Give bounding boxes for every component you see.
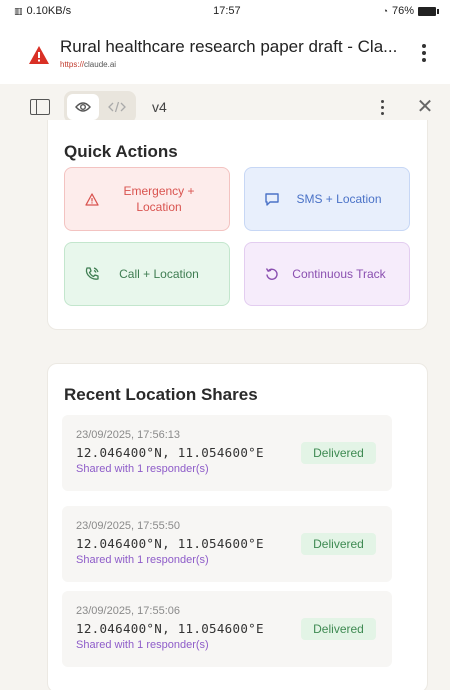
url-scheme: https:// [60, 60, 85, 69]
share-coordinates: 12.046400°N, 11.054600°E [76, 621, 264, 636]
status-time: 17:57 [213, 5, 241, 17]
warning-triangle-icon[interactable] [28, 45, 50, 65]
battery-icon [418, 6, 439, 16]
battery-percent: 76% [391, 5, 414, 17]
status-left: ▥ 0.10KB/s [14, 5, 71, 17]
warning-icon [83, 190, 101, 208]
status-badge: Delivered [301, 618, 376, 640]
eye-icon [75, 102, 91, 112]
share-timestamp: 23/09/2025, 17:55:50 [76, 520, 180, 532]
share-list-item: 23/09/2025, 17:55:50 12.046400°N, 11.054… [62, 506, 392, 582]
share-timestamp: 23/09/2025, 17:55:06 [76, 605, 180, 617]
artifact-menu-icon[interactable] [372, 96, 392, 118]
emergency-location-button[interactable]: Emergency + Location [64, 167, 230, 231]
share-timestamp: 23/09/2025, 17:56:13 [76, 429, 180, 441]
sms-location-label: SMS + Location [296, 192, 382, 206]
share-recipients: Shared with 1 responder(s) [76, 554, 209, 566]
refresh-icon [263, 265, 281, 283]
kebab-menu-icon[interactable] [412, 39, 436, 67]
alarm-icon: ◔ [382, 6, 388, 16]
share-coordinates: 12.046400°N, 11.054600°E [76, 536, 264, 551]
sidebar-icon[interactable] [30, 99, 50, 115]
status-badge: Delivered [301, 533, 376, 555]
share-list-item: 23/09/2025, 17:56:13 12.046400°N, 11.054… [62, 415, 392, 491]
call-location-button[interactable]: Call + Location [64, 242, 230, 306]
call-location-label: Call + Location [119, 267, 199, 281]
recent-shares-panel: Recent Location Shares 23/09/2025, 17:56… [47, 363, 428, 690]
version-label[interactable]: v4 [152, 99, 167, 115]
status-badge: Delivered [301, 442, 376, 464]
quick-actions-title: Quick Actions [64, 142, 178, 161]
message-icon [263, 190, 281, 208]
view-toggle [64, 91, 136, 123]
signal-icon: ▥ [14, 5, 23, 16]
browser-bar: Rural healthcare research paper draft - … [0, 22, 450, 84]
page-url: https://claude.ai [60, 60, 412, 69]
continuous-track-label: Continuous Track [292, 267, 386, 281]
code-tab[interactable] [101, 94, 133, 120]
close-icon[interactable]: ✕ [414, 97, 436, 117]
sms-location-button[interactable]: SMS + Location [244, 167, 410, 231]
page-title: Rural healthcare research paper draft - … [60, 37, 398, 56]
preview-tab[interactable] [67, 94, 99, 120]
quick-actions-panel: Quick Actions Emergency + Location SMS +… [47, 120, 428, 330]
recent-shares-title: Recent Location Shares [64, 385, 258, 404]
status-bar: ▥ 0.10KB/s 17:57 ◔ 76% [0, 0, 450, 22]
status-right: ◔ 76% [382, 5, 439, 17]
code-icon [108, 101, 126, 113]
share-list-item: 23/09/2025, 17:55:06 12.046400°N, 11.054… [62, 591, 392, 667]
continuous-track-button[interactable]: Continuous Track [244, 242, 410, 306]
share-coordinates: 12.046400°N, 11.054600°E [76, 445, 264, 460]
share-recipients: Shared with 1 responder(s) [76, 639, 209, 651]
url-host: claude.ai [84, 60, 117, 69]
share-recipients: Shared with 1 responder(s) [76, 463, 209, 475]
phone-icon [83, 265, 101, 283]
address-area[interactable]: Rural healthcare research paper draft - … [60, 37, 412, 69]
phone-screen: ▥ 0.10KB/s 17:57 ◔ 76% Rural healthcare … [0, 0, 450, 690]
artifact-content: Quick Actions Emergency + Location SMS +… [0, 120, 450, 690]
network-speed: 0.10KB/s [26, 5, 72, 17]
emergency-location-label: Emergency + Location [123, 184, 195, 214]
